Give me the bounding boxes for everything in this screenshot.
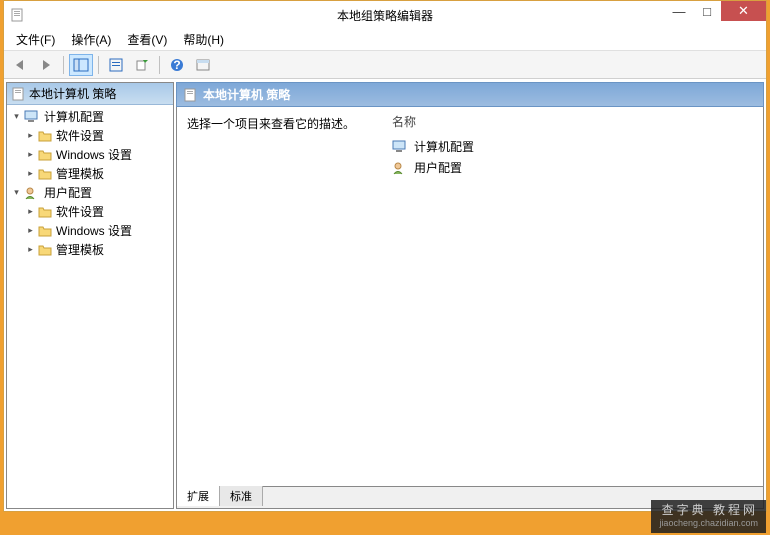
expand-icon[interactable]: ▸ <box>25 206 36 217</box>
tree-list: ▾ 计算机配置 ▸ 软件设置 ▸ Windows 设置 ▸ 管理 <box>7 105 173 261</box>
content-area: 本地计算机 策略 ▾ 计算机配置 ▸ 软件设置 ▸ Windows 设置 <box>4 79 766 511</box>
expand-icon[interactable]: ▸ <box>25 149 36 160</box>
tree-pane[interactable]: 本地计算机 策略 ▾ 计算机配置 ▸ 软件设置 ▸ Windows 设置 <box>6 82 174 509</box>
description-text: 选择一个项目来查看它的描述。 <box>187 115 372 132</box>
computer-icon <box>392 140 408 154</box>
separator <box>98 56 99 74</box>
expand-icon[interactable]: ▸ <box>25 168 36 179</box>
description-column: 选择一个项目来查看它的描述。 <box>177 107 382 486</box>
folder-icon <box>38 130 52 142</box>
list-item-label: 用户配置 <box>414 159 462 176</box>
tree-node-label: 软件设置 <box>56 203 104 220</box>
tree-root[interactable]: 本地计算机 策略 <box>7 83 173 105</box>
properties-button[interactable] <box>104 54 128 76</box>
window-controls: — □ ✕ <box>665 1 766 21</box>
tree-node-label: 软件设置 <box>56 127 104 144</box>
titlebar: 本地组策略编辑器 — □ ✕ <box>4 1 766 29</box>
menu-help[interactable]: 帮助(H) <box>175 29 232 50</box>
separator <box>63 56 64 74</box>
tree-node-windows-settings[interactable]: ▸ Windows 设置 <box>7 145 173 164</box>
expand-icon[interactable]: ▸ <box>25 225 36 236</box>
tree-node-label: 用户配置 <box>44 184 92 201</box>
tab-standard[interactable]: 标准 <box>220 486 263 506</box>
tree-node-label: 计算机配置 <box>44 108 104 125</box>
watermark-line2: jiaocheng.chazidian.com <box>659 518 758 530</box>
tree-root-label: 本地计算机 策略 <box>29 85 116 102</box>
tree-node-computer-config[interactable]: ▾ 计算机配置 <box>7 107 173 126</box>
show-hide-tree-button[interactable] <box>69 54 93 76</box>
list-item-computer-config[interactable]: 计算机配置 <box>392 136 753 157</box>
back-button[interactable] <box>8 54 32 76</box>
tree-node-windows-settings-user[interactable]: ▸ Windows 设置 <box>7 221 173 240</box>
policy-icon <box>11 87 25 101</box>
list-column: 名称 计算机配置 用户配置 <box>382 107 763 486</box>
collapse-icon[interactable]: ▾ <box>11 187 22 198</box>
app-icon <box>10 8 24 22</box>
folder-icon <box>38 206 52 218</box>
separator <box>159 56 160 74</box>
close-button[interactable]: ✕ <box>721 1 766 21</box>
tree-node-software-settings-user[interactable]: ▸ 软件设置 <box>7 202 173 221</box>
tree-node-user-config[interactable]: ▾ 用户配置 <box>7 183 173 202</box>
list-item-user-config[interactable]: 用户配置 <box>392 157 753 178</box>
toolbar: ? <box>4 51 766 79</box>
tree-node-admin-templates[interactable]: ▸ 管理模板 <box>7 164 173 183</box>
menubar: 文件(F) 操作(A) 查看(V) 帮助(H) <box>4 29 766 51</box>
minimize-button[interactable]: — <box>665 1 693 21</box>
main-window: 本地组策略编辑器 — □ ✕ 文件(F) 操作(A) 查看(V) 帮助(H) ?… <box>3 0 767 512</box>
detail-title: 本地计算机 策略 <box>203 86 290 103</box>
svg-text:?: ? <box>173 58 180 72</box>
detail-pane: 本地计算机 策略 选择一个项目来查看它的描述。 名称 计算机配置 用户配置 <box>176 82 764 509</box>
detail-body: 选择一个项目来查看它的描述。 名称 计算机配置 用户配置 <box>176 107 764 487</box>
watermark-line1: 查字典 教程网 <box>659 503 758 519</box>
computer-icon <box>24 110 40 124</box>
menu-action[interactable]: 操作(A) <box>63 29 119 50</box>
policy-icon <box>183 88 197 102</box>
tree-node-label: 管理模板 <box>56 165 104 182</box>
tree-node-label: Windows 设置 <box>56 146 132 163</box>
detail-header: 本地计算机 策略 <box>176 82 764 107</box>
tab-extended[interactable]: 扩展 <box>177 486 220 506</box>
forward-button[interactable] <box>34 54 58 76</box>
tree-node-admin-templates-user[interactable]: ▸ 管理模板 <box>7 240 173 259</box>
user-icon <box>24 186 40 200</box>
maximize-button[interactable]: □ <box>693 1 721 21</box>
tree-node-label: Windows 设置 <box>56 222 132 239</box>
user-icon <box>392 161 408 175</box>
help-button[interactable]: ? <box>165 54 189 76</box>
folder-icon <box>38 225 52 237</box>
folder-icon <box>38 168 52 180</box>
folder-icon <box>38 149 52 161</box>
expand-icon[interactable]: ▸ <box>25 244 36 255</box>
tree-node-software-settings[interactable]: ▸ 软件设置 <box>7 126 173 145</box>
watermark: 查字典 教程网 jiaocheng.chazidian.com <box>651 500 766 533</box>
tree-node-label: 管理模板 <box>56 241 104 258</box>
expand-icon[interactable]: ▸ <box>25 130 36 141</box>
menu-file[interactable]: 文件(F) <box>8 29 63 50</box>
folder-icon <box>38 244 52 256</box>
list-item-label: 计算机配置 <box>414 138 474 155</box>
collapse-icon[interactable]: ▾ <box>11 111 22 122</box>
export-button[interactable] <box>130 54 154 76</box>
window-title: 本地组策略编辑器 <box>337 7 433 24</box>
menu-view[interactable]: 查看(V) <box>119 29 175 50</box>
filter-button[interactable] <box>191 54 215 76</box>
column-header-name[interactable]: 名称 <box>392 113 753 130</box>
